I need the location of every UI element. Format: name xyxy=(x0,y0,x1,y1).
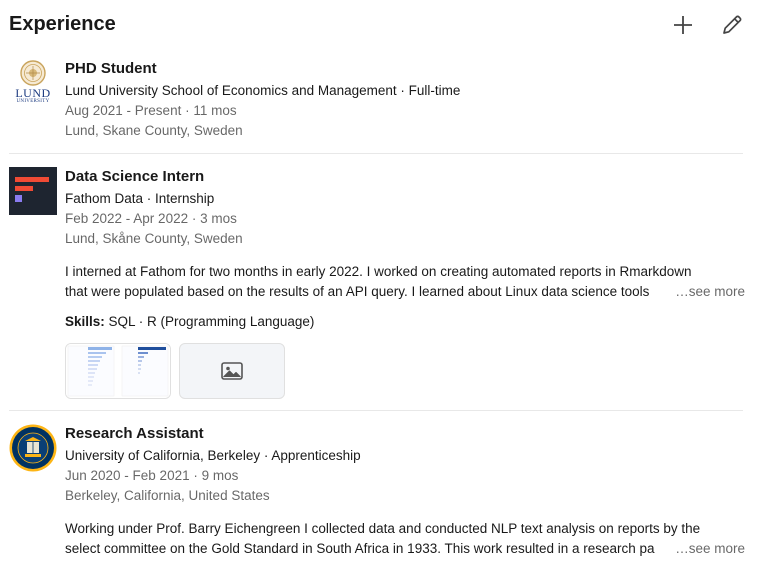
job-title[interactable]: Data Science Intern xyxy=(65,167,743,187)
experience-item: Research Assistant University of Califor… xyxy=(9,424,745,564)
date-range: Aug 2021 - Present · 11 mos xyxy=(65,103,237,118)
company-line: Lund University School of Economics and … xyxy=(65,83,461,98)
location: Lund, Skane County, Sweden xyxy=(65,123,243,138)
section-title: Experience xyxy=(9,13,116,35)
edit-experience-button[interactable] xyxy=(719,12,745,38)
see-more-link[interactable]: …see more xyxy=(671,282,745,302)
lund-university-logo[interactable]: LUND UNIVERSITY xyxy=(9,59,57,107)
location: Berkeley, California, United States xyxy=(65,488,270,503)
divider xyxy=(9,153,743,154)
skills-list[interactable]: SQL · R (Programming Language) xyxy=(109,314,315,329)
add-experience-button[interactable] xyxy=(670,12,696,38)
location: Lund, Skåne County, Sweden xyxy=(65,231,243,246)
experience-header: Experience xyxy=(9,12,753,36)
experience-details: PHD Student Lund University School of Ec… xyxy=(65,59,743,141)
job-description: I interned at Fathom for two months in e… xyxy=(65,262,745,302)
media-placeholder[interactable] xyxy=(179,343,285,399)
company-line: University of California, Berkeley · App… xyxy=(65,448,361,463)
fathom-data-logo-mark xyxy=(9,167,57,215)
description-line: that were populated based on the results… xyxy=(65,284,650,299)
lund-wordmark-sub: UNIVERSITY xyxy=(16,99,50,104)
skills-line: Skills: SQL · R (Programming Language) xyxy=(65,312,314,332)
job-title[interactable]: Research Assistant xyxy=(65,424,743,444)
skills-label: Skills: xyxy=(65,314,105,329)
fathom-data-logo[interactable] xyxy=(9,167,57,215)
experience-details: Research Assistant University of Califor… xyxy=(65,424,743,506)
see-more-link[interactable]: …see more xyxy=(671,539,745,559)
divider xyxy=(9,410,743,411)
image-placeholder-icon xyxy=(221,362,243,380)
job-title[interactable]: PHD Student xyxy=(65,59,743,79)
date-range: Jun 2020 - Feb 2021 · 9 mos xyxy=(65,468,239,483)
date-range: Feb 2022 - Apr 2022 · 3 mos xyxy=(65,211,237,226)
chart-thumbnail xyxy=(66,344,170,398)
experience-details: Data Science Intern Fathom Data · Intern… xyxy=(65,167,743,249)
experience-item: LUND UNIVERSITY PHD Student Lund Univers… xyxy=(9,59,743,147)
plus-icon xyxy=(674,16,692,34)
job-description: Working under Prof. Barry Eichengreen I … xyxy=(65,519,745,559)
media-thumbnail[interactable] xyxy=(65,343,171,399)
company-line: Fathom Data · Internship xyxy=(65,191,215,206)
experience-item: Data Science Intern Fathom Data · Intern… xyxy=(9,167,745,399)
pencil-icon xyxy=(723,15,742,34)
description-line: Working under Prof. Barry Eichengreen I … xyxy=(65,521,701,536)
uc-berkeley-seal-mark xyxy=(9,424,57,472)
description-line: select committee on the Gold Standard in… xyxy=(65,541,655,556)
uc-berkeley-seal-logo[interactable] xyxy=(9,424,57,472)
description-line: I interned at Fathom for two months in e… xyxy=(65,264,692,279)
